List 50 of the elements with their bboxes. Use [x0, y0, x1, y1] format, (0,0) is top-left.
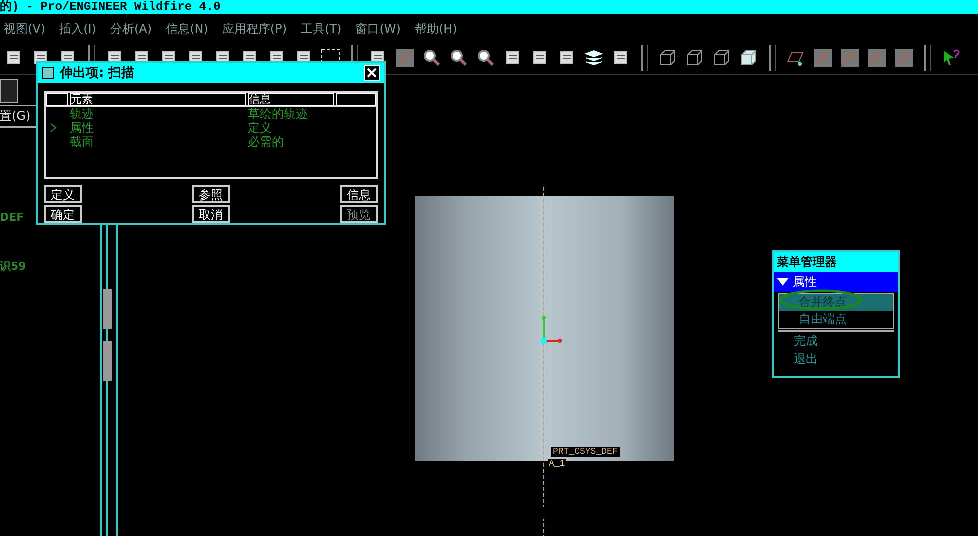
menu-item[interactable]: 分析(A) — [110, 20, 152, 38]
csys-label: PRT_CSYS_DEF — [551, 447, 620, 457]
header-cell — [336, 93, 376, 106]
tree-label: 识59 — [0, 259, 26, 274]
column-header: 信息 — [248, 93, 334, 106]
wireframe-cube-icon[interactable] — [658, 48, 678, 68]
menu-item[interactable]: 视图(V) — [4, 20, 46, 38]
dialog-button[interactable]: 确定 — [44, 205, 82, 223]
shaded-cube-icon[interactable] — [739, 48, 759, 68]
dialog-button[interactable]: 定义 — [44, 185, 82, 203]
menu-manager-title: 菜单管理器 — [774, 252, 898, 272]
hidden-line-cube-icon[interactable] — [685, 48, 705, 68]
toolbar-grip[interactable] — [641, 45, 648, 71]
dialog-button[interactable]: 信息 — [340, 185, 378, 203]
column-header: 元素 — [70, 93, 246, 106]
menu-item[interactable]: 信息(N) — [166, 20, 208, 38]
help-arrow-icon[interactable] — [941, 48, 961, 68]
menu-item[interactable]: 窗口(W) — [356, 20, 401, 38]
dialog-button[interactable]: 参照 — [192, 185, 230, 203]
toolbar-grip[interactable] — [924, 45, 931, 71]
table-row[interactable]: 属性 定义 — [46, 121, 376, 135]
header-cell — [46, 93, 68, 106]
menu-item[interactable]: 应用程序(P) — [222, 20, 288, 38]
tree-label: DEF — [0, 211, 24, 224]
table-cell-text: 定义 — [248, 121, 273, 135]
no-hidden-cube-icon[interactable] — [712, 48, 732, 68]
triangle-icon — [777, 278, 789, 286]
window-title: 的) - Pro/ENGINEER Wildfire 4.0 — [0, 0, 978, 14]
table-row[interactable]: 轨迹 草绘的轨迹 — [46, 107, 376, 121]
table-cell-text: 截面 — [70, 135, 95, 149]
spin-icon[interactable] — [422, 48, 442, 68]
dialog-title: 伸出项: 扫描 — [60, 65, 135, 82]
table-cell-text: 属性 — [70, 121, 95, 135]
layers-icon[interactable] — [584, 48, 604, 68]
table-cell-text: 轨迹 — [70, 107, 95, 121]
menu-section[interactable]: 属性 — [774, 272, 898, 292]
menu-item[interactable]: 插入(I) — [60, 20, 96, 38]
zoom-out-icon[interactable] — [476, 48, 496, 68]
zoom-in-icon[interactable] — [449, 48, 469, 68]
axis-label: A_1 — [548, 459, 566, 469]
sash-handle[interactable] — [103, 289, 112, 329]
table-row[interactable]: 截面 必需的 — [46, 135, 376, 149]
dialog-button[interactable]: 取消 — [192, 205, 230, 223]
table-cell-text: 必需的 — [248, 135, 285, 149]
menu-item[interactable]: 帮助(H) — [414, 20, 458, 38]
table-cell-text: 草绘的轨迹 — [248, 107, 309, 121]
close-button[interactable] — [364, 65, 380, 81]
toolbar-grip[interactable] — [769, 45, 776, 71]
sash-handle[interactable] — [103, 341, 112, 381]
menu-item[interactable]: 工具(T) — [301, 20, 342, 38]
